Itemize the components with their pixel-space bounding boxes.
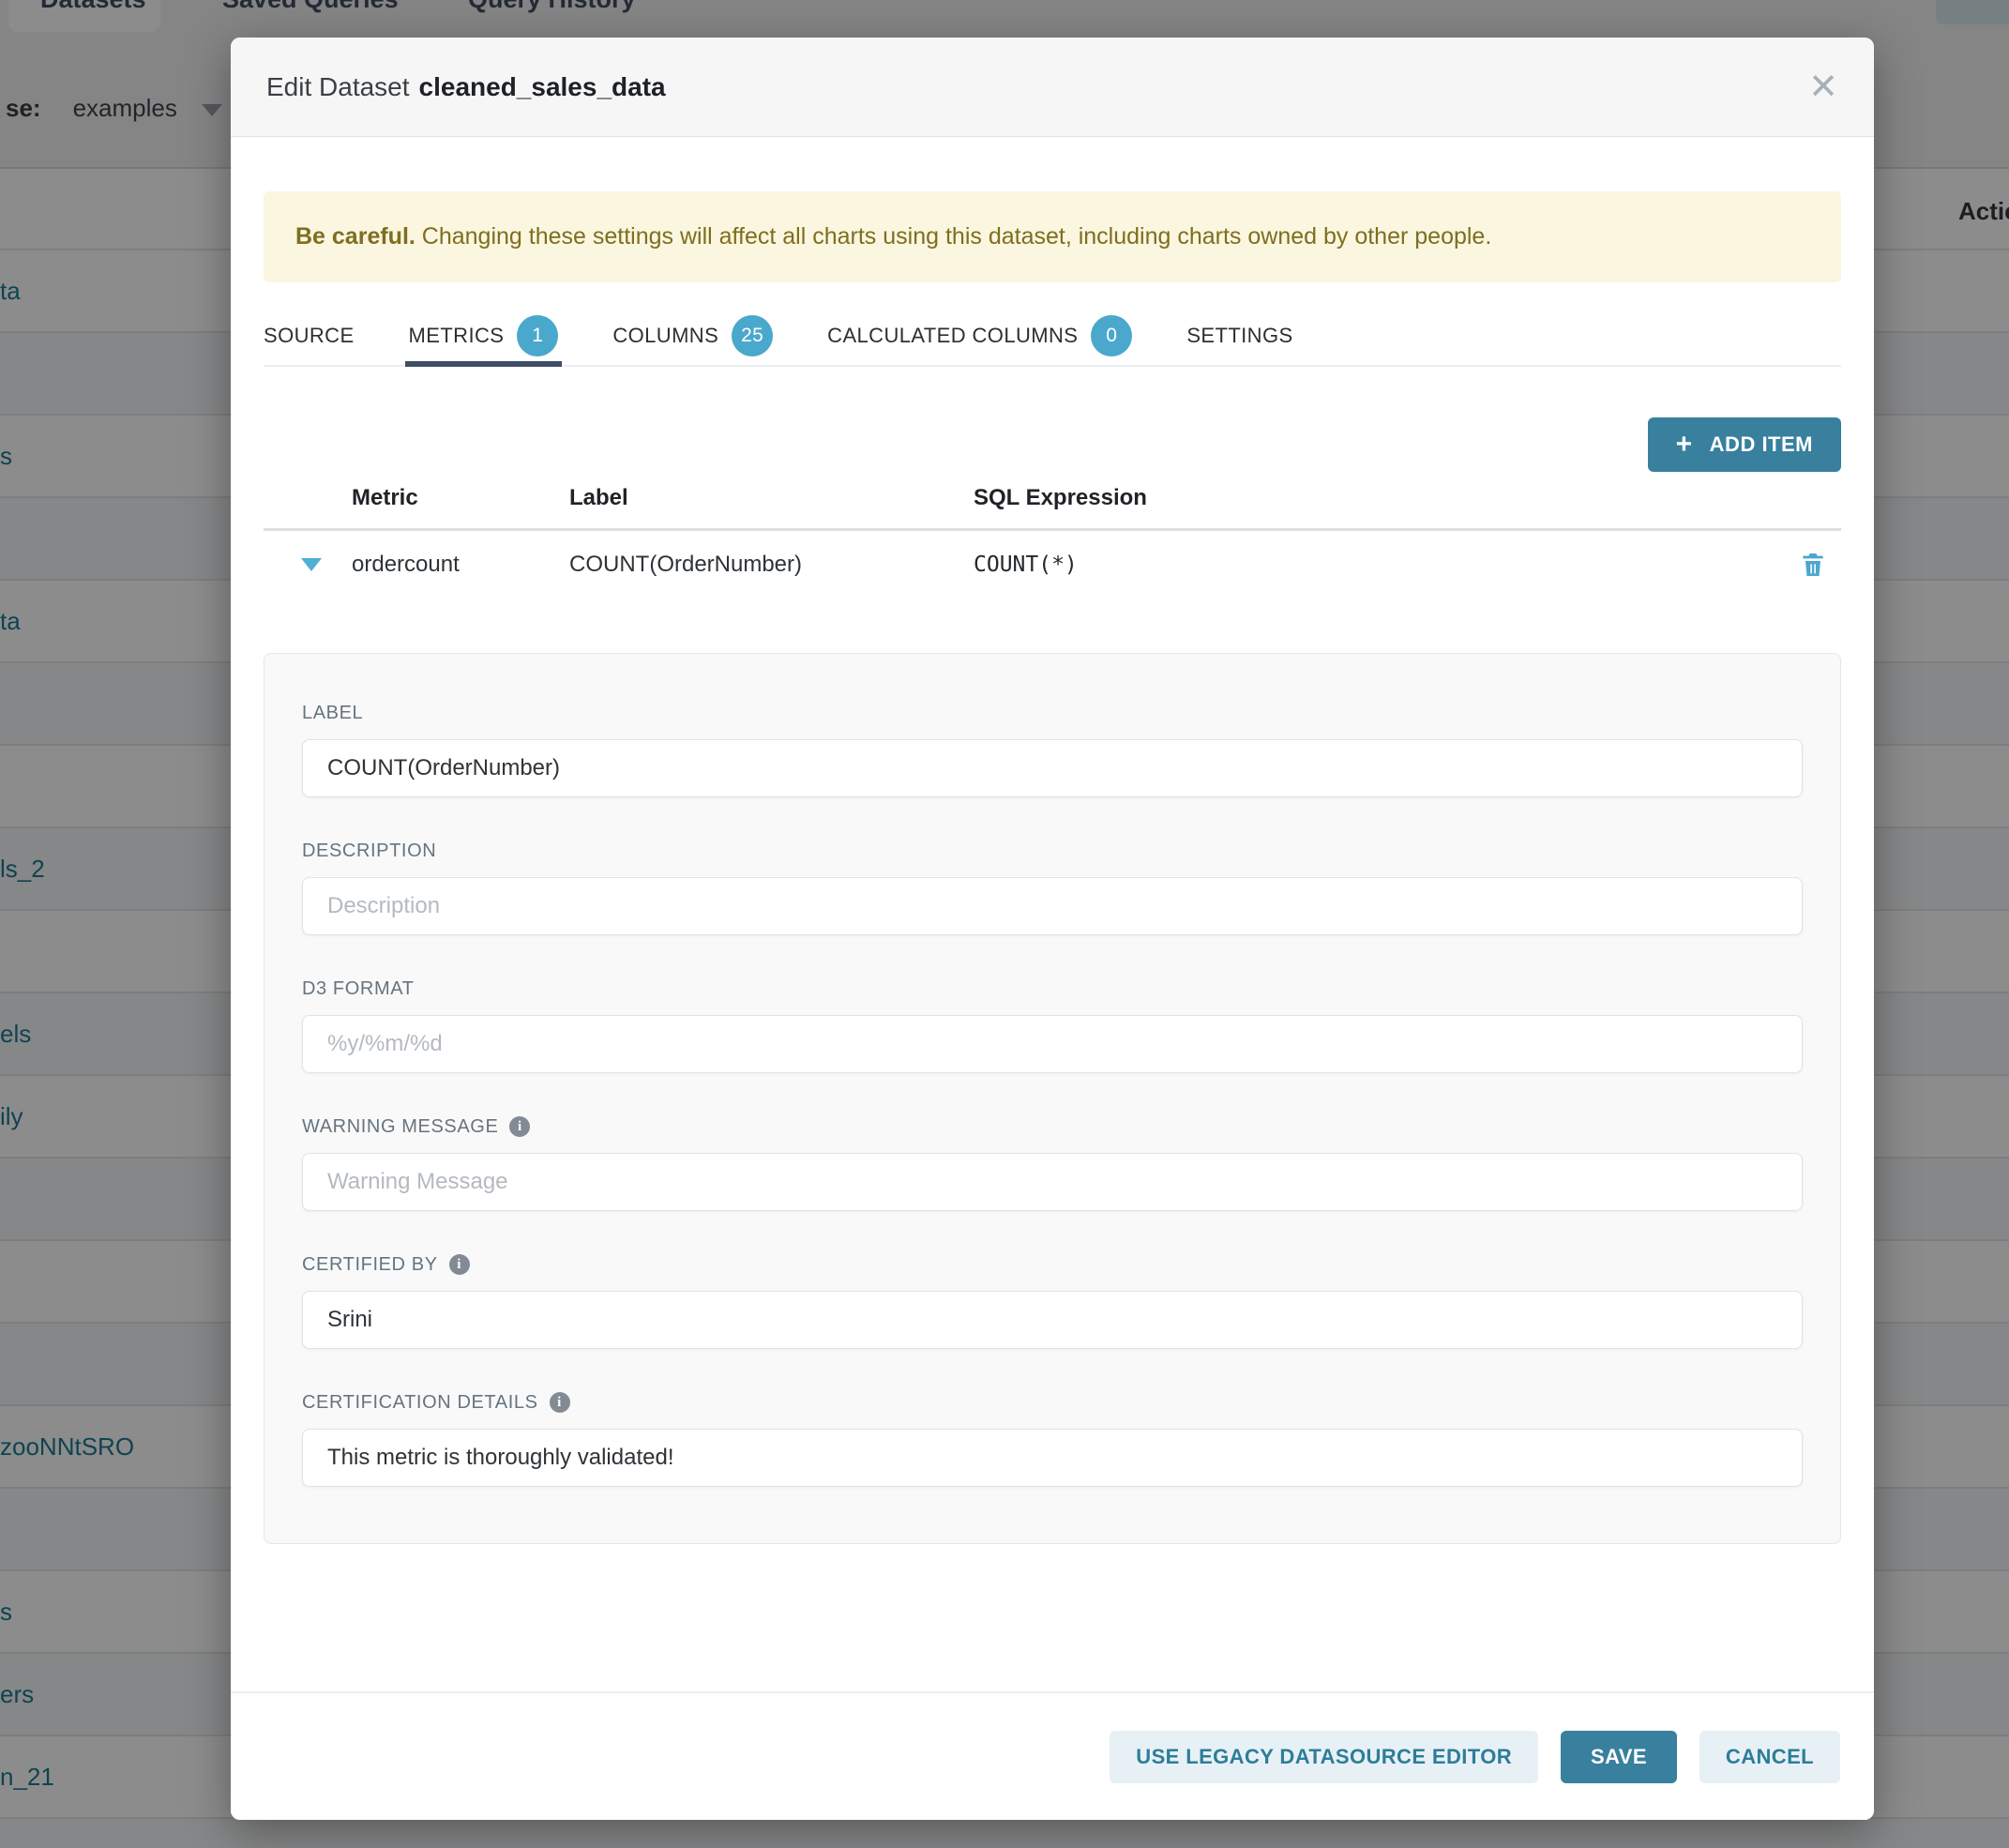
certification-details-input[interactable] — [302, 1429, 1803, 1487]
field-label-text: CERTIFICATION DETAILS — [302, 1392, 538, 1414]
dataset-editor-tabs: SOURCE METRICS 1 COLUMNS 25 CALCULATED COLUMN… — [264, 307, 1841, 367]
modal-title-dataset-name: cleaned_sales_data — [419, 72, 666, 101]
field-label-text: CERTIFIED BY — [302, 1254, 438, 1276]
metrics-table: Metric Label SQL Expression ordercount C… — [264, 485, 1841, 598]
field-label: CERTIFICATION DETAILS i — [302, 1392, 1803, 1414]
tab-label: SETTINGS — [1186, 324, 1292, 348]
modal-title: Edit Dataset cleaned_sales_data — [266, 72, 666, 102]
field-label: DESCRIPTION — [302, 841, 1803, 862]
field-label-text: WARNING MESSAGE — [302, 1116, 498, 1138]
add-item-label: ADD ITEM — [1710, 432, 1813, 457]
add-item-row: + ADD ITEM — [264, 417, 1841, 472]
edit-dataset-modal: Edit Dataset cleaned_sales_data ✕ Be care… — [231, 38, 1874, 1820]
label-column-header: Label — [569, 485, 974, 511]
metric-row: ordercount COUNT(OrderNumber) COUNT(*) — [264, 531, 1841, 598]
metrics-table-header: Metric Label SQL Expression — [264, 485, 1841, 528]
field-label: LABEL — [302, 703, 1803, 797]
plus-icon: + — [1676, 431, 1693, 459]
use-legacy-editor-button[interactable]: USE LEGACY DATASOURCE EDITOR — [1110, 1731, 1538, 1783]
close-icon[interactable]: ✕ — [1808, 69, 1838, 105]
warning-banner: Be careful. Changing these settings will… — [264, 191, 1841, 282]
delete-metric-icon[interactable] — [1798, 549, 1828, 581]
field-label-text: DESCRIPTION — [302, 841, 436, 862]
tab-count-badge: 25 — [732, 315, 773, 356]
metric-detail-panel: LABEL DESCRIPTION D3 FORMAT WARNING MESSAGE… — [264, 653, 1841, 1544]
tab-source[interactable]: SOURCE — [264, 307, 355, 365]
tab-calculated-columns[interactable]: CALCULATED COLUMNS 0 — [827, 307, 1132, 365]
modal-footer: USE LEGACY DATASOURCE EDITOR SAVE CANCEL — [231, 1691, 1874, 1820]
field-label: LABEL — [302, 703, 1803, 724]
tab-label: METRICS — [409, 324, 505, 348]
tab-count-badge: 1 — [517, 315, 558, 356]
metric-label: COUNT(OrderNumber) — [569, 552, 974, 578]
field-label: WARNING MESSAGE i — [302, 1116, 1803, 1138]
field-warning-message: WARNING MESSAGE i — [302, 1116, 1803, 1211]
info-icon[interactable]: i — [509, 1116, 530, 1137]
tab-metrics[interactable]: METRICS 1 — [409, 307, 559, 365]
info-icon[interactable]: i — [449, 1254, 470, 1275]
tab-settings[interactable]: SETTINGS — [1186, 307, 1292, 365]
field-label-text: D3 FORMAT — [302, 978, 414, 1000]
warning-message-input[interactable] — [302, 1153, 1803, 1211]
field-label: CERTIFIED BY i — [302, 1254, 1803, 1276]
field-certified-by: CERTIFIED BY i — [302, 1254, 1803, 1349]
tab-columns[interactable]: COLUMNS 25 — [612, 307, 773, 365]
save-button[interactable]: SAVE — [1561, 1731, 1677, 1783]
modal-body: Be careful. Changing these settings will… — [231, 191, 1874, 1544]
field-d3-format: D3 FORMAT — [302, 978, 1803, 1073]
warning-banner-bold: Be careful. — [295, 223, 415, 250]
tab-label: COLUMNS — [612, 324, 718, 348]
tab-count-badge: 0 — [1091, 315, 1132, 356]
metric-sql-expression: COUNT(*) — [974, 553, 1785, 577]
modal-title-prefix: Edit Dataset — [266, 72, 410, 101]
info-icon[interactable]: i — [550, 1392, 570, 1413]
warning-banner-text: Changing these settings will affect all … — [415, 223, 1491, 250]
tab-label: CALCULATED COLUMNS — [827, 324, 1078, 348]
d3-format-input[interactable] — [302, 1015, 1803, 1073]
description-input[interactable] — [302, 877, 1803, 935]
field-description: DESCRIPTION — [302, 841, 1803, 935]
tab-label: SOURCE — [264, 324, 355, 348]
collapse-caret-icon[interactable] — [301, 558, 322, 571]
cancel-button[interactable]: CANCEL — [1699, 1731, 1840, 1783]
certified-by-input[interactable] — [302, 1291, 1803, 1349]
metric-name: ordercount — [352, 552, 569, 578]
metric-column-header: Metric — [352, 485, 569, 511]
label-input[interactable] — [302, 739, 1803, 797]
sql-expression-column-header: SQL Expression — [974, 485, 1785, 511]
field-label-text: LABEL — [302, 703, 363, 724]
field-label: D3 FORMAT — [302, 978, 1803, 1000]
field-certification-details: CERTIFICATION DETAILS i — [302, 1392, 1803, 1487]
modal-header: Edit Dataset cleaned_sales_data ✕ — [231, 38, 1874, 137]
add-item-button[interactable]: + ADD ITEM — [1648, 417, 1841, 472]
